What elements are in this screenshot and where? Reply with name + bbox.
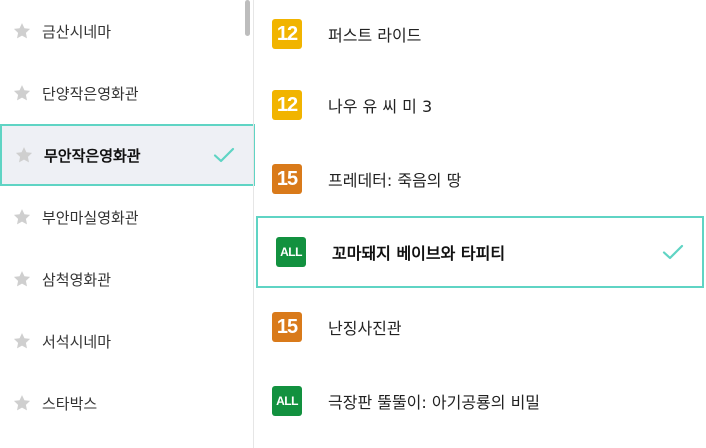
age-rating-badge: ALL xyxy=(276,237,306,267)
theater-item[interactable]: 무안작은영화관 xyxy=(0,124,255,186)
movie-title: 프레데터: 죽음의 땅 xyxy=(328,171,462,190)
age-rating-badge: 12 xyxy=(272,19,302,49)
theater-list-panel: 금산시네마단양작은영화관무안작은영화관부안마실영화관삼척영화관서석시네마스타박스 xyxy=(0,0,255,448)
theater-item[interactable]: 스타박스 xyxy=(0,372,255,434)
movie-list-panel: 12 퍼스트 라이드 12 나우 유 씨 미 3 15 프레데터: 죽음의 땅 ALL 꼬마돼… xyxy=(254,0,706,448)
star-icon[interactable] xyxy=(14,145,34,165)
scrollbar-thumb[interactable] xyxy=(245,0,250,36)
movie-title: 극장판 뚤뚤이: 아기공룡의 비밀 xyxy=(328,393,541,412)
check-icon xyxy=(662,244,684,260)
theater-name: 단양작은영화관 xyxy=(42,84,139,103)
movie-title: 난징사진관 xyxy=(328,319,402,338)
theater-scrollbar[interactable] xyxy=(245,0,251,448)
theater-list: 금산시네마단양작은영화관무안작은영화관부안마실영화관삼척영화관서석시네마스타박스 xyxy=(0,0,255,434)
age-rating-badge: 12 xyxy=(272,90,302,120)
movie-item[interactable]: 15 프레데터: 죽음의 땅 xyxy=(254,143,706,215)
theater-item[interactable]: 서석시네마 xyxy=(0,310,255,372)
theater-item[interactable]: 삼척영화관 xyxy=(0,248,255,310)
theater-item[interactable]: 부안마실영화관 xyxy=(0,186,255,248)
movie-item[interactable]: ALL 극장판 뚤뚤이: 아기공룡의 비밀 xyxy=(254,365,706,437)
theater-name: 삼척영화관 xyxy=(42,270,112,289)
star-icon[interactable] xyxy=(12,21,32,41)
movie-item[interactable]: 15 난징사진관 xyxy=(254,291,706,363)
check-icon xyxy=(213,147,235,163)
booking-panel: 금산시네마단양작은영화관무안작은영화관부안마실영화관삼척영화관서석시네마스타박스… xyxy=(0,0,706,448)
movie-title: 꼬마돼지 베이브와 타피티 xyxy=(332,244,506,263)
movie-item[interactable]: ALL 꼬마돼지 베이브와 타피티 xyxy=(256,216,704,288)
star-icon[interactable] xyxy=(12,331,32,351)
star-icon[interactable] xyxy=(12,269,32,289)
movie-item[interactable]: 12 퍼스트 라이드 xyxy=(254,0,706,70)
theater-name: 스타박스 xyxy=(42,394,98,413)
theater-name: 부안마실영화관 xyxy=(42,208,139,227)
movie-title: 퍼스트 라이드 xyxy=(328,26,422,45)
star-icon[interactable] xyxy=(12,207,32,227)
theater-name: 무안작은영화관 xyxy=(44,146,141,165)
theater-item[interactable]: 금산시네마 xyxy=(0,0,255,62)
theater-name: 금산시네마 xyxy=(42,22,112,41)
theater-item[interactable]: 단양작은영화관 xyxy=(0,62,255,124)
movie-item[interactable]: 12 나우 유 씨 미 3 xyxy=(254,69,706,141)
age-rating-badge: 15 xyxy=(272,164,302,194)
age-rating-badge: 15 xyxy=(272,312,302,342)
age-rating-badge: ALL xyxy=(272,386,302,416)
theater-name: 서석시네마 xyxy=(42,332,112,351)
movie-title: 나우 유 씨 미 3 xyxy=(328,97,433,116)
star-icon[interactable] xyxy=(12,83,32,103)
star-icon[interactable] xyxy=(12,393,32,413)
